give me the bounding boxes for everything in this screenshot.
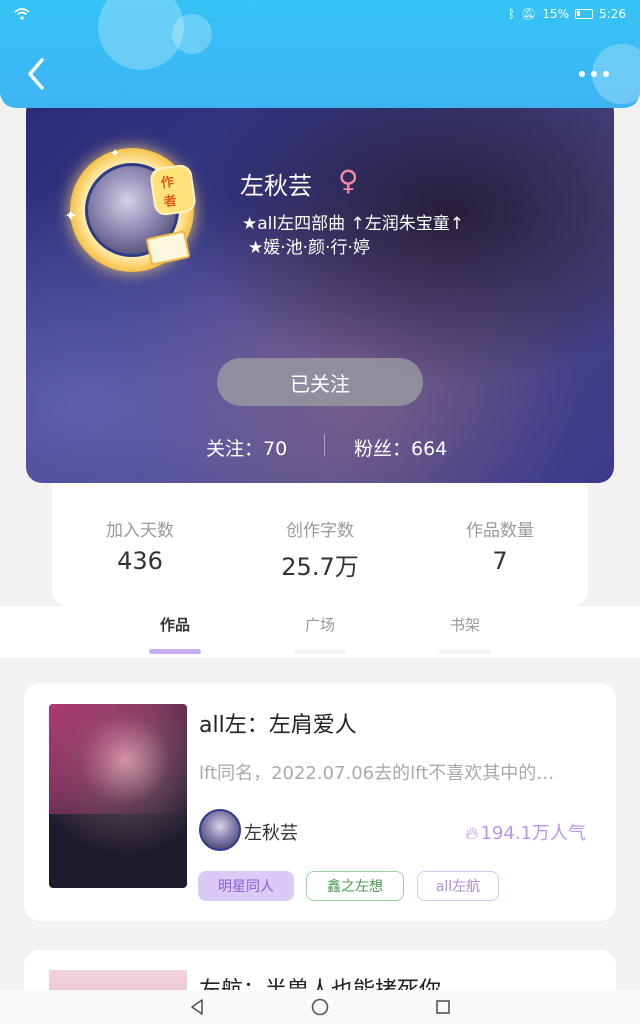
nav-back-icon[interactable]: [188, 998, 206, 1016]
status-bar: ᛒ 🔕︎ 15% 5:26: [0, 4, 640, 24]
book-tag[interactable]: 鑫之左想: [306, 871, 404, 901]
wifi-icon: [14, 8, 30, 20]
book-card[interactable]: all左：左肩爱人 lft同名，2022.07.06去的lft不喜欢其中的… 左…: [24, 683, 616, 921]
user-bio: ★all左四部曲 ↑左润朱宝童↑ ★媛·池·颜·行·婷: [242, 212, 464, 260]
author-badge: 作者: [148, 163, 198, 217]
status-right: ᛒ 🔕︎ 15% 5:26: [508, 7, 626, 21]
metric-words: 创作字数 25.7万: [240, 516, 400, 582]
tab-label: 广场: [304, 616, 335, 634]
book-author: 左秋芸: [244, 823, 298, 844]
tab-indicator: [294, 649, 346, 654]
mute-icon: 🔕︎: [521, 7, 537, 21]
book-tag[interactable]: all左航: [417, 871, 499, 901]
metric-value: 25.7万: [281, 553, 359, 581]
metric-days: 加入天数 436: [60, 516, 220, 575]
book-popularity: 🔥︎ 194.1万人气: [465, 819, 586, 845]
follow-stats: 关注：70 粉丝：664: [26, 430, 614, 460]
follow-button[interactable]: 已关注: [217, 358, 423, 406]
more-icon[interactable]: [574, 62, 614, 86]
book-description: lft同名，2022.07.06去的lft不喜欢其中的…: [199, 763, 555, 784]
tab-label: 书架: [449, 616, 480, 634]
metric-value: 7: [492, 547, 508, 575]
metric-label: 作品数量: [466, 521, 534, 541]
tab-bookshelf[interactable]: 书架: [430, 614, 500, 654]
bluetooth-icon: ᛒ: [507, 7, 516, 21]
female-icon: ♀: [338, 164, 359, 197]
metrics-card: 加入天数 436 创作字数 25.7万 作品数量 7: [52, 470, 588, 606]
battery-icon: [575, 9, 594, 19]
nav-home-icon[interactable]: [310, 997, 330, 1017]
bio-line: ★all左四部曲 ↑左润朱宝童↑: [242, 214, 464, 234]
battery-percent: 15%: [542, 7, 570, 21]
author-avatar-frame[interactable]: ✦ ✦ 作者: [64, 146, 198, 272]
tab-bar: 作品 广场 书架: [0, 606, 640, 658]
tab-label: 作品: [159, 616, 190, 634]
header-bar: ᛒ 🔕︎ 15% 5:26: [0, 0, 640, 108]
author-avatar: [199, 809, 241, 851]
tab-works[interactable]: 作品: [140, 614, 210, 654]
metric-works: 作品数量 7: [420, 516, 580, 575]
tab-square[interactable]: 广场: [285, 614, 355, 654]
book-cover[interactable]: [49, 704, 187, 888]
metric-label: 加入天数: [106, 521, 174, 541]
following-count[interactable]: 关注：70: [206, 434, 287, 461]
fans-count[interactable]: 粉丝：664: [354, 434, 447, 461]
divider: [324, 434, 325, 456]
back-icon[interactable]: [22, 56, 50, 92]
clock: 5:26: [599, 7, 626, 21]
sparkle-icon: ✦: [110, 146, 121, 160]
metric-value: 436: [117, 547, 163, 575]
user-name: 左秋芸: [240, 172, 312, 200]
book-tag[interactable]: 明星同人: [198, 871, 294, 901]
nav-recents-icon[interactable]: [434, 998, 452, 1016]
sparkle-icon: ✦: [64, 206, 78, 225]
book-title[interactable]: all左：左肩爱人: [199, 707, 357, 739]
flame-icon: 🔥︎: [465, 823, 479, 844]
bio-line: ★媛·池·颜·行·婷: [248, 238, 370, 258]
tab-indicator: [439, 649, 491, 654]
tab-indicator: [149, 649, 201, 654]
system-nav-bar: [0, 990, 640, 1024]
popularity-value: 194.1万人气: [480, 823, 586, 844]
profile-card: ✦ ✦ 作者 左秋芸 ♀ ★all左四部曲 ↑左润朱宝童↑ ★媛·池·颜·行·婷…: [26, 96, 614, 483]
metric-label: 创作字数: [286, 521, 354, 541]
